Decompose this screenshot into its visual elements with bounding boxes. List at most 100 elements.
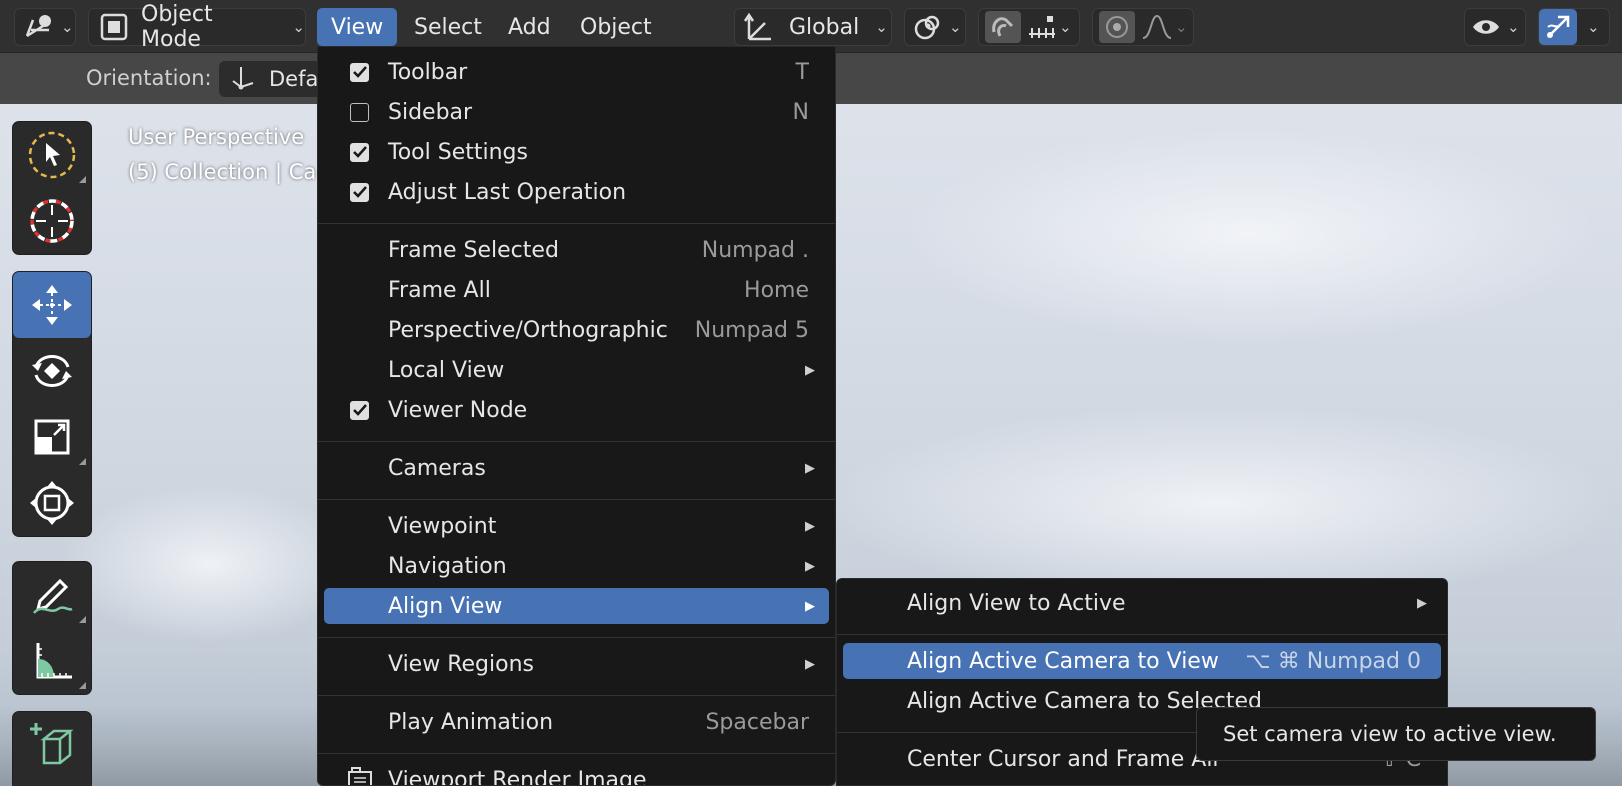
menu-item-label: Navigation <box>388 553 507 579</box>
menu-item-label: Viewer Node <box>388 397 528 423</box>
checkbox-checked-icon[interactable] <box>350 400 369 420</box>
menu-item-tool-settings[interactable]: Tool Settings <box>324 134 829 170</box>
view-menu-dropdown: Toolbar T Sidebar N Tool Settings Adjust… <box>317 46 836 786</box>
menu-item-label: View Regions <box>388 651 534 677</box>
cursor-tool-button[interactable] <box>13 188 91 254</box>
menu-select[interactable]: Select <box>400 8 496 46</box>
menu-add[interactable]: Add <box>494 8 565 46</box>
menu-item-perspective-orthographic[interactable]: Perspective/Orthographic Numpad 5 <box>324 312 829 348</box>
snapping-controls[interactable]: ⌄ <box>978 8 1080 46</box>
submenu-arrow-icon: ▶ <box>805 460 815 476</box>
menu-item-label: Align View <box>388 593 503 619</box>
submenu-arrow-icon: ▶ <box>805 518 815 534</box>
menu-item-view-regions[interactable]: View Regions ▶ <box>324 646 829 682</box>
chevron-down-icon: ⌄ <box>1507 18 1520 36</box>
magnet-icon[interactable] <box>985 11 1021 43</box>
menu-item-adjust-last-operation[interactable]: Adjust Last Operation <box>324 174 829 210</box>
tool-options-indicator <box>79 458 86 465</box>
menu-item-label: Play Animation <box>388 709 554 735</box>
move-arrows-icon <box>32 285 72 325</box>
tooltip-text: Set camera view to active view. <box>1223 722 1557 746</box>
annotate-tool-button[interactable] <box>13 562 91 628</box>
gizmo-icon[interactable] <box>1539 9 1577 45</box>
checkbox-checked-icon[interactable] <box>350 142 369 162</box>
menu-item-sidebar[interactable]: Sidebar N <box>324 94 829 130</box>
pencil-icon <box>33 578 73 614</box>
menu-item-shortcut: Numpad . <box>701 237 809 263</box>
submenu-arrow-icon: ▶ <box>805 598 815 614</box>
menu-item-label: Adjust Last Operation <box>388 179 627 205</box>
menu-object[interactable]: Object <box>566 8 666 46</box>
submenu-arrow-icon: ▶ <box>805 656 815 672</box>
tool-options-indicator <box>79 176 86 183</box>
scale-icon <box>34 419 70 455</box>
add-cube-tool-button[interactable] <box>13 712 91 778</box>
menu-separator <box>318 499 835 500</box>
submenu-arrow-icon: ▶ <box>805 558 815 574</box>
ruler-icon <box>36 643 72 679</box>
toolbar-add-group <box>12 711 92 786</box>
sky-cloud <box>900 124 1600 344</box>
measure-tool-button[interactable] <box>13 628 91 694</box>
render-image-icon <box>346 765 374 785</box>
submenu-arrow-icon: ▶ <box>1417 595 1427 611</box>
menu-item-align-view-to-active[interactable]: Align View to Active ▶ <box>843 585 1441 621</box>
orientation-setting-value: Defa <box>269 67 319 91</box>
pivot-point-select[interactable]: ⌄ <box>904 8 966 46</box>
pivot-icon <box>913 12 943 42</box>
transform-orientation-select[interactable]: Global ⌄ <box>734 8 892 46</box>
gizmo-select[interactable]: ⌄ <box>1538 8 1610 46</box>
chevron-down-icon: ⌄ <box>1587 18 1600 36</box>
menu-item-local-view[interactable]: Local View ▶ <box>324 352 829 388</box>
rotate-icon <box>32 355 72 387</box>
menu-item-align-view[interactable]: Align View ▶ <box>324 588 829 624</box>
rotate-tool-button[interactable] <box>13 338 91 404</box>
proportional-editing-controls[interactable]: ⌄ <box>1092 8 1194 46</box>
toolbar-select-group <box>12 121 92 255</box>
chevron-down-icon: ⌄ <box>949 18 962 36</box>
menu-separator <box>837 634 1447 635</box>
submenu-arrow-icon: ▶ <box>805 362 815 378</box>
menu-item-label: Tool Settings <box>388 139 528 165</box>
menu-item-toolbar[interactable]: Toolbar T <box>324 54 829 90</box>
tool-options-indicator <box>79 616 86 623</box>
move-tool-button[interactable] <box>13 272 91 338</box>
orientation-label: Global <box>789 14 860 40</box>
menu-item-navigation[interactable]: Navigation ▶ <box>324 548 829 584</box>
menu-separator <box>318 223 835 224</box>
menu-item-label: Viewport Render Image <box>388 767 647 786</box>
menu-item-viewer-node[interactable]: Viewer Node <box>324 392 829 428</box>
menu-item-label: Perspective/Orthographic <box>388 317 668 343</box>
orientation-axes-icon <box>743 11 775 43</box>
menu-separator <box>318 695 835 696</box>
menu-item-shortcut: ⌥ ⌘ Numpad 0 <box>1245 648 1421 674</box>
scale-tool-button[interactable] <box>13 404 91 470</box>
menu-item-align-active-camera-to-view[interactable]: Align Active Camera to View ⌥ ⌘ Numpad 0 <box>843 643 1441 679</box>
editor-type-button[interactable]: ⌄ <box>14 8 76 46</box>
menu-item-frame-selected[interactable]: Frame Selected Numpad . <box>324 232 829 268</box>
mode-select[interactable]: Object Mode ⌄ <box>88 2 306 52</box>
snap-increment-icon <box>1027 14 1057 40</box>
menu-item-viewport-render-image[interactable]: Viewport Render Image <box>324 762 829 786</box>
select-tool-button[interactable] <box>13 122 91 188</box>
eye-icon <box>1471 14 1501 40</box>
checkbox-unchecked-icon[interactable] <box>350 102 369 122</box>
menu-item-label: Frame Selected <box>388 237 559 263</box>
visibility-select[interactable]: ⌄ <box>1464 8 1526 46</box>
proportional-edit-icon[interactable] <box>1099 11 1135 43</box>
toolbar-transform-group <box>12 271 92 537</box>
menu-view[interactable]: View <box>317 8 398 46</box>
chevron-down-icon: ⌄ <box>875 18 888 36</box>
menu-item-viewpoint[interactable]: Viewpoint ▶ <box>324 508 829 544</box>
transform-tool-button[interactable] <box>13 470 91 536</box>
checkbox-checked-icon[interactable] <box>350 62 369 82</box>
menu-item-cameras[interactable]: Cameras ▶ <box>324 450 829 486</box>
checkbox-checked-icon[interactable] <box>350 182 369 202</box>
menu-item-shortcut: T <box>795 59 809 85</box>
menu-item-play-animation[interactable]: Play Animation Spacebar <box>324 704 829 740</box>
menu-item-label: Align Active Camera to View <box>907 648 1219 674</box>
menu-item-label: Toolbar <box>388 59 468 85</box>
menu-item-label: Align View to Active <box>907 590 1126 616</box>
menu-item-frame-all[interactable]: Frame All Home <box>324 272 829 308</box>
menu-item-label: Viewpoint <box>388 513 497 539</box>
